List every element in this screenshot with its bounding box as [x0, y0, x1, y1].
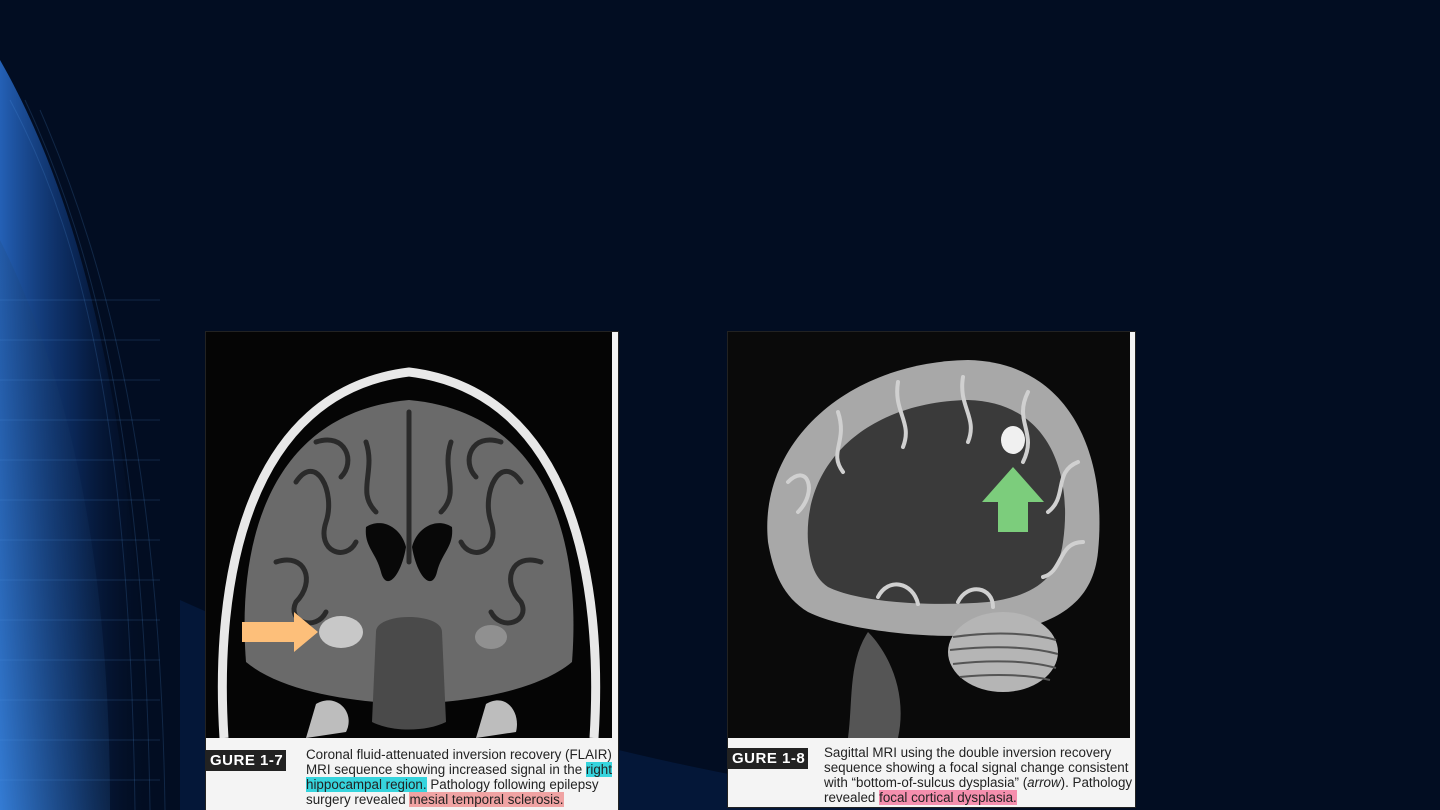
highlight-rose: focal cortical dysplasia. [879, 790, 1017, 805]
figure-caption: GURE 1-8 Sagittal MRI using the double i… [728, 740, 1135, 807]
caption-emphasis: arrow [1027, 775, 1061, 790]
figure-1-8: GURE 1-8 Sagittal MRI using the double i… [728, 332, 1135, 807]
figure-label: GURE 1-7 [206, 750, 286, 771]
figure-caption: GURE 1-7 Coronal fluid-attenuated invers… [206, 742, 618, 810]
figure-label: GURE 1-8 [728, 748, 808, 769]
coronal-flair-mri-image [206, 332, 612, 738]
caption-text: Sagittal MRI using the double inversion … [824, 745, 1134, 805]
highlight-pink: mesial temporal sclerosis. [409, 792, 564, 807]
caption-part: Coronal fluid-attenuated inversion recov… [306, 747, 612, 777]
caption-text: Coronal fluid-attenuated inversion recov… [306, 747, 618, 807]
sagittal-mri-image [728, 332, 1130, 738]
figure-1-7: GURE 1-7 Coronal fluid-attenuated invers… [206, 332, 618, 810]
